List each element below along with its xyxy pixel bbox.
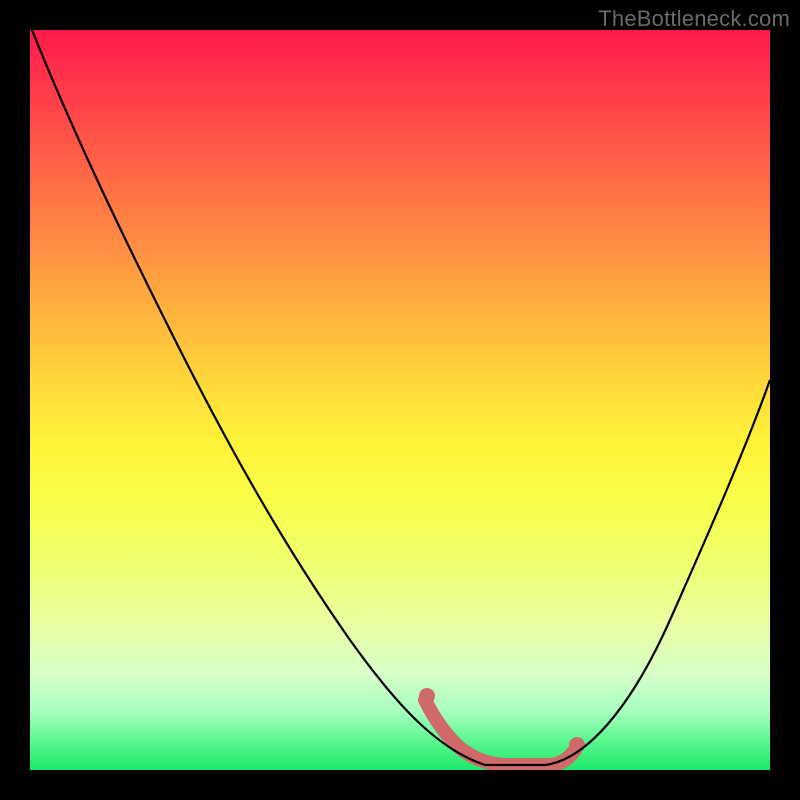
watermark-text: TheBottleneck.com <box>598 6 790 32</box>
highlight-dot <box>569 737 585 753</box>
highlight-dot <box>419 688 435 704</box>
bottleneck-curve-svg <box>30 30 770 770</box>
main-curve <box>32 30 770 765</box>
chart-plot-area <box>30 30 770 770</box>
highlight-curve <box>425 700 575 765</box>
